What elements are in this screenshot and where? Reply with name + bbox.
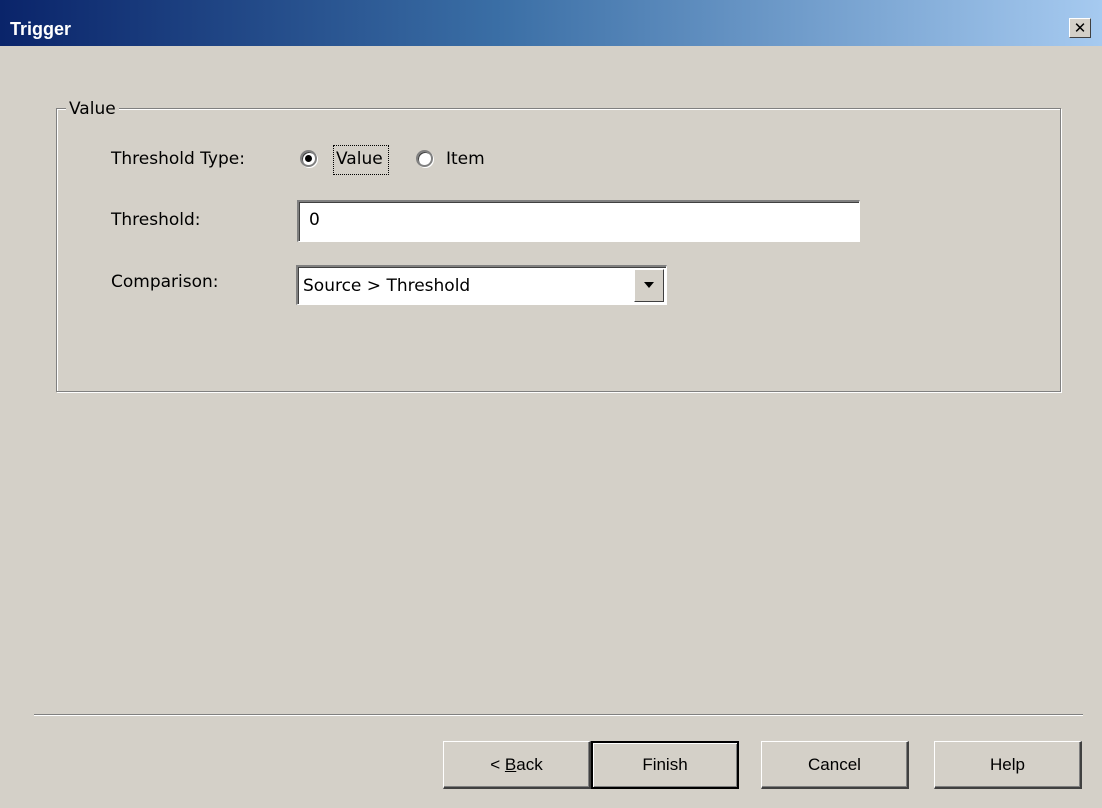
radio-item-label[interactable]: Item xyxy=(446,149,485,169)
comparison-select[interactable]: Source > Threshold xyxy=(296,265,667,305)
radio-item[interactable] xyxy=(416,150,433,167)
threshold-input[interactable]: 0 xyxy=(297,200,860,242)
threshold-type-label: Threshold Type: xyxy=(111,149,245,169)
footer-separator xyxy=(34,714,1083,716)
trigger-dialog: Trigger ✕ Value Threshold Type: Value It… xyxy=(0,0,1102,808)
close-button[interactable]: ✕ xyxy=(1069,18,1091,38)
help-button[interactable]: Help xyxy=(934,741,1082,789)
finish-button[interactable]: Finish xyxy=(591,741,739,789)
dropdown-button[interactable] xyxy=(634,269,664,302)
title-bar[interactable]: Trigger ✕ xyxy=(0,0,1102,46)
window-title: Trigger xyxy=(10,19,72,39)
back-button-mnemonic: B xyxy=(504,754,517,774)
back-button[interactable]: < Back xyxy=(443,741,591,789)
radio-selected-dot xyxy=(305,155,312,162)
chevron-down-icon xyxy=(644,282,654,288)
back-button-prefix: < xyxy=(490,754,505,774)
cancel-button[interactable]: Cancel xyxy=(761,741,909,789)
back-button-rest: ack xyxy=(516,754,543,774)
radio-value-label[interactable]: Value xyxy=(336,149,383,169)
threshold-label: Threshold: xyxy=(111,210,201,230)
radio-value[interactable] xyxy=(300,150,317,167)
groupbox-legend: Value xyxy=(66,99,119,119)
comparison-label: Comparison: xyxy=(111,272,219,292)
comparison-selected-value: Source > Threshold xyxy=(303,276,471,296)
close-icon: ✕ xyxy=(1073,18,1087,37)
